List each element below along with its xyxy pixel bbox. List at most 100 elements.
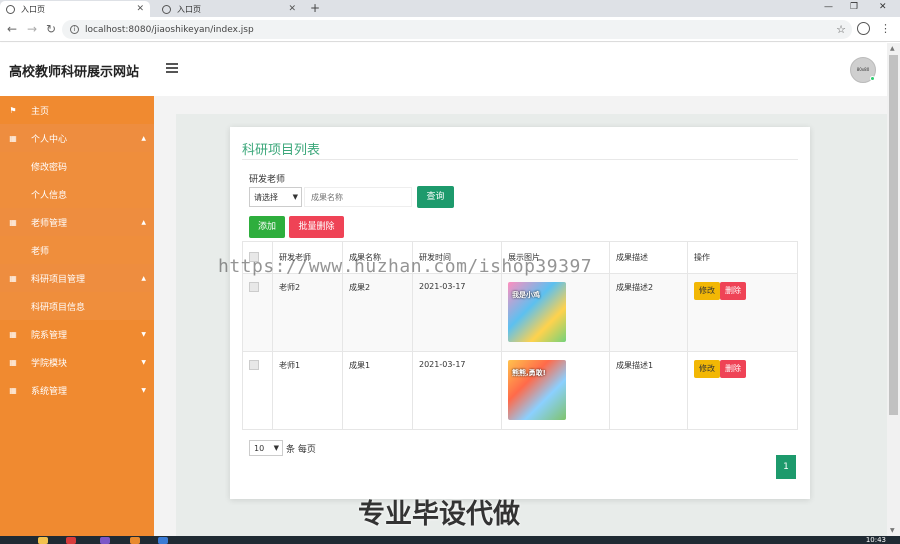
sidebar-item-label: 院系管理 — [31, 330, 68, 341]
image-cell: 熊熊,勇敢! — [501, 351, 610, 430]
edit-button[interactable]: 修改 — [694, 282, 720, 300]
chevron-down-icon: ▼ — [273, 444, 279, 452]
book-cover-image: 熊熊,勇敢! — [508, 360, 566, 420]
sidebar-item-change-password[interactable]: 修改密码 — [0, 152, 154, 180]
name-cell: 成果2 — [342, 273, 413, 352]
sidebar-item-college-module[interactable]: ▦ 学院模块 ▼ — [0, 348, 154, 376]
scroll-up-icon[interactable]: ▲ — [890, 45, 895, 52]
desc-cell: 成果描述2 — [609, 273, 688, 352]
reload-icon[interactable]: ↻ — [46, 22, 56, 36]
site-title: 高校教师科研展示网站 — [9, 65, 140, 80]
grid-icon: ▦ — [9, 273, 17, 283]
kebab-menu-icon[interactable]: ⋮ — [880, 22, 891, 35]
hamburger-icon[interactable] — [166, 63, 178, 73]
info-icon[interactable]: i — [70, 25, 79, 34]
back-icon[interactable]: ← — [7, 22, 17, 36]
app-header: 高校教师科研展示网站 80x80 — [0, 43, 887, 96]
grid-icon: ▦ — [9, 133, 17, 143]
forward-icon[interactable]: → — [27, 22, 37, 36]
browser-tab-active[interactable]: 入口页 ✕ — [0, 1, 150, 17]
chrome-icon[interactable] — [66, 537, 76, 544]
sidebar-item-label: 主页 — [31, 106, 50, 117]
sidebar-item-teacher-management[interactable]: ▦ 老师管理 ▲ — [0, 208, 154, 236]
app-icon[interactable] — [130, 537, 140, 544]
sidebar-item-label: 修改密码 — [31, 162, 68, 173]
close-icon[interactable]: ✕ — [288, 4, 296, 14]
table-row: 老师2 成果2 2021-03-17 我是小鸡 成果描述2 修改 删除 — [242, 273, 798, 352]
sidebar-item-teacher[interactable]: 老师 — [0, 236, 154, 264]
minimize-icon[interactable]: — — [824, 2, 833, 12]
globe-icon — [162, 4, 171, 14]
sidebar-item-label: 老师管理 — [31, 218, 68, 229]
table-row: 老师1 成果1 2021-03-17 熊熊,勇敢! 成果描述1 修改 删除 — [242, 351, 798, 430]
page-scrollbar[interactable]: ▲ ▼ — [887, 43, 900, 536]
sidebar-item-label: 老师 — [31, 246, 50, 257]
address-bar: ← → ↻ i localhost:8080/jiaoshikeyan/inde… — [0, 17, 900, 42]
taskbar-clock: 10:43 — [865, 536, 886, 544]
sidebar-item-system-management[interactable]: ▦ 系统管理 ▼ — [0, 376, 154, 404]
scroll-thumb[interactable] — [889, 55, 898, 415]
url-input[interactable]: i localhost:8080/jiaoshikeyan/index.jsp … — [62, 20, 852, 39]
research-list-card: 科研项目列表 研发老师 请选择 ▼ 查询 添加 批量删除 研发老师 成果名称 研… — [230, 127, 810, 499]
sidebar-item-label: 系统管理 — [31, 386, 68, 397]
folder-icon[interactable] — [38, 537, 48, 544]
search-input[interactable] — [304, 187, 412, 207]
flag-icon: ⚑ — [9, 105, 17, 115]
avatar-text: 80x80 — [856, 67, 870, 72]
page-button-current[interactable]: 1 — [776, 455, 796, 479]
sidebar-item-research-management[interactable]: ▦ 科研项目管理 ▲ — [0, 264, 154, 292]
date-cell: 2021-03-17 — [412, 351, 502, 430]
book-cover-title: 熊熊,勇敢! — [512, 369, 546, 377]
tab-title: 入口页 — [21, 4, 45, 14]
delete-button[interactable]: 删除 — [720, 282, 746, 300]
close-icon[interactable]: ✕ — [136, 4, 144, 14]
grid-icon: ▦ — [9, 385, 17, 395]
teacher-filter-select[interactable]: 请选择 ▼ — [249, 187, 302, 207]
avatar[interactable]: 80x80 — [850, 57, 876, 83]
row-checkbox[interactable] — [249, 360, 259, 370]
sidebar-item-research-info[interactable]: 科研项目信息 — [0, 292, 154, 320]
grid-icon: ▦ — [9, 357, 17, 367]
grid-icon: ▦ — [9, 329, 17, 339]
chevron-down-icon: ▼ — [292, 193, 298, 201]
scroll-down-icon[interactable]: ▼ — [890, 527, 895, 534]
new-tab-icon[interactable]: + — [310, 1, 320, 16]
page-size-select[interactable]: 10 ▼ — [249, 440, 283, 456]
app-icon[interactable] — [100, 537, 110, 544]
restore-icon[interactable]: ❐ — [850, 2, 858, 12]
watermark-text: https://www.huzhan.com/ishop39397 — [218, 256, 593, 277]
sidebar-item-label: 个人信息 — [31, 190, 68, 201]
book-cover-title: 我是小鸡 — [512, 291, 540, 299]
desc-cell: 成果描述1 — [609, 351, 688, 430]
sidebar-item-personal-info[interactable]: 个人信息 — [0, 180, 154, 208]
app-icon[interactable] — [158, 537, 168, 544]
sidebar-item-label: 学院模块 — [31, 358, 68, 369]
row-select-cell — [242, 351, 273, 430]
teacher-cell: 老师1 — [272, 351, 343, 430]
url-text: localhost:8080/jiaoshikeyan/index.jsp — [85, 24, 254, 35]
online-status-icon — [870, 76, 875, 81]
actions-cell: 修改 删除 — [687, 351, 798, 430]
row-checkbox[interactable] — [249, 282, 259, 292]
batch-delete-button[interactable]: 批量删除 — [289, 216, 344, 238]
page-title: 科研项目列表 — [242, 143, 321, 158]
globe-icon — [6, 4, 15, 14]
column-header: 操作 — [687, 241, 798, 274]
sidebar-item-personal-center[interactable]: ▦ 个人中心 ▲ — [0, 124, 154, 152]
filter-label: 研发老师 — [249, 175, 286, 185]
delete-button[interactable]: 删除 — [720, 360, 746, 378]
query-button[interactable]: 查询 — [417, 186, 454, 208]
sidebar-item-label: 科研项目信息 — [31, 302, 86, 313]
window-close-icon[interactable]: ✕ — [879, 2, 887, 12]
select-value: 10 — [254, 443, 265, 453]
star-icon[interactable]: ☆ — [836, 23, 846, 36]
book-cover-image: 我是小鸡 — [508, 282, 566, 342]
sidebar-item-home[interactable]: ⚑ 主页 — [0, 96, 154, 124]
account-icon[interactable] — [857, 22, 870, 35]
date-cell: 2021-03-17 — [412, 273, 502, 352]
sidebar-item-department-management[interactable]: ▦ 院系管理 ▼ — [0, 320, 154, 348]
browser-tab-inactive[interactable]: 入口页 ✕ — [156, 1, 302, 17]
add-button[interactable]: 添加 — [249, 216, 285, 238]
name-cell: 成果1 — [342, 351, 413, 430]
edit-button[interactable]: 修改 — [694, 360, 720, 378]
